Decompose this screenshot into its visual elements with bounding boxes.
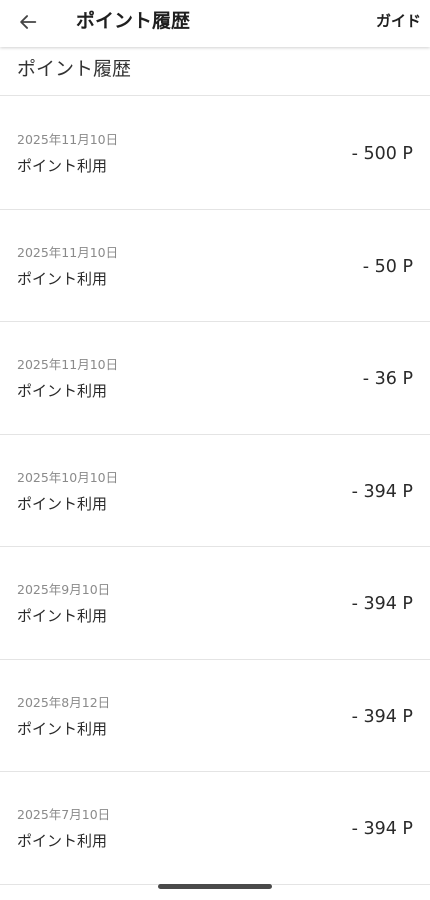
- history-date: 2025年11月10日: [17, 357, 119, 372]
- list-item: 2025年11月10日 ポイント利用 - 500 P: [0, 97, 430, 210]
- history-date: 2025年9月10日: [17, 582, 111, 597]
- list-item: 2025年11月10日 ポイント利用 - 36 P: [0, 322, 430, 435]
- history-points: - 394 P: [351, 819, 413, 839]
- history-type: ポイント利用: [17, 719, 108, 738]
- list-item: 2025年8月12日 ポイント利用 - 394 P: [0, 660, 430, 772]
- list-item: 2025年10月10日 ポイント利用 - 394 P: [0, 435, 430, 547]
- history-points: - 50 P: [362, 256, 413, 277]
- app-bar: ポイント履歴 ガイド: [0, 0, 430, 47]
- list-item: 2025年9月10日 ポイント利用 - 394 P: [0, 547, 430, 660]
- list-item: 2025年11月10日 ポイント利用 - 50 P: [0, 210, 430, 322]
- history-date: 2025年10月10日: [17, 469, 119, 485]
- history-points: - 500 P: [351, 144, 413, 164]
- home-indicator[interactable]: [158, 884, 272, 889]
- page-title: ポイント履歴: [76, 10, 191, 32]
- back-button[interactable]: [10, 4, 46, 40]
- history-date: 2025年11月10日: [17, 132, 119, 147]
- history-points: - 394 P: [351, 481, 413, 502]
- history-type: ポイント利用: [17, 494, 108, 513]
- history-points: - 394 P: [351, 706, 413, 727]
- history-date: 2025年11月10日: [17, 244, 119, 260]
- section-title: ポイント履歴: [17, 58, 132, 80]
- history-date: 2025年7月10日: [17, 807, 111, 822]
- history-type: ポイント利用: [17, 382, 108, 400]
- guide-button[interactable]: ガイド: [376, 11, 421, 31]
- history-type: ポイント利用: [17, 607, 108, 625]
- history-points: - 36 P: [362, 369, 413, 389]
- list-item: 2025年7月10日 ポイント利用 - 394 P: [0, 772, 430, 885]
- section-header: ポイント履歴: [0, 47, 430, 96]
- history-date: 2025年8月12日: [17, 694, 111, 710]
- points-history-screen: ポイント履歴 ガイド ポイント履歴 2025年11月10日 ポイント利用 - 5…: [0, 0, 430, 900]
- history-points: - 394 P: [351, 594, 413, 614]
- points-history-list: 2025年11月10日 ポイント利用 - 500 P 2025年11月10日 ポ…: [0, 97, 430, 885]
- history-type: ポイント利用: [17, 157, 108, 175]
- history-type: ポイント利用: [17, 832, 108, 850]
- arrow-left-icon: [17, 11, 39, 33]
- history-type: ポイント利用: [17, 269, 108, 288]
